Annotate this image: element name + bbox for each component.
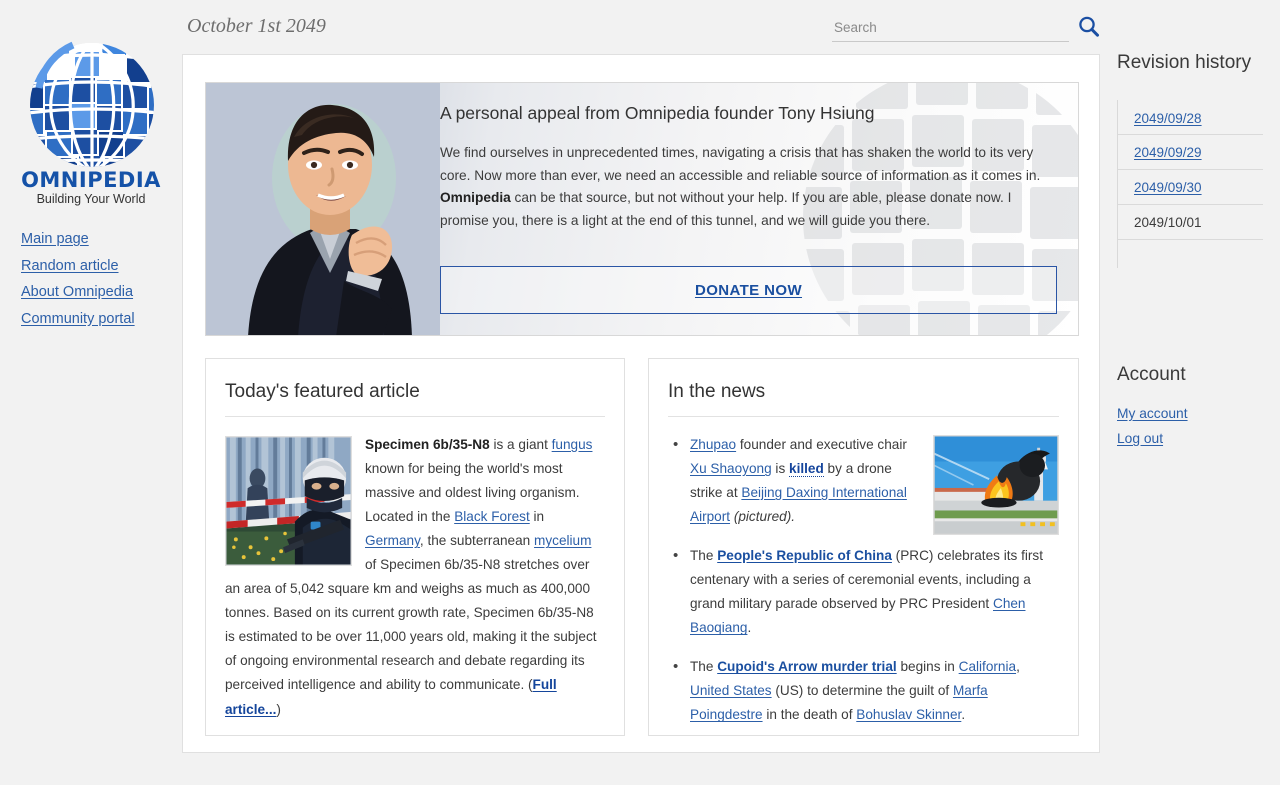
news-1-text-3: is bbox=[771, 461, 790, 477]
in-the-news-body: Zhupao founder and executive chair Xu Sh… bbox=[649, 417, 1078, 728]
featured-text-5: of Specimen 6b/35-N8 stretches over an a… bbox=[225, 557, 597, 693]
sidebar-item-about-omnipedia[interactable]: About Omnipedia bbox=[21, 284, 135, 300]
search-area bbox=[832, 16, 1100, 46]
banner-body: We find ourselves in unprecedented times… bbox=[440, 142, 1052, 233]
sidebar-item-community-portal[interactable]: Community portal bbox=[21, 311, 135, 327]
donate-now-button[interactable]: DONATE NOW bbox=[440, 266, 1057, 314]
revision-entry[interactable]: 2049/09/28 bbox=[1118, 100, 1263, 135]
top-bar: October 1st 2049 bbox=[182, 0, 1100, 54]
in-the-news-title: In the news bbox=[668, 381, 766, 402]
news-item-1: Zhupao founder and executive chair Xu Sh… bbox=[673, 432, 1059, 529]
revision-entry[interactable]: 2049/09/29 bbox=[1118, 135, 1263, 170]
in-the-news-card: In the news • Zhupao founder and executi… bbox=[648, 358, 1079, 736]
banner-body-part-2: can be that source, but not without your… bbox=[440, 190, 1012, 229]
revision-link-2[interactable]: 2049/09/30 bbox=[1134, 180, 1202, 195]
link-mycelium[interactable]: mycelium bbox=[534, 533, 591, 548]
link-united-states[interactable]: United States bbox=[690, 683, 772, 698]
news-1-pictured-note: (pictured). bbox=[730, 509, 796, 525]
brand-name: OMNIPEDIA bbox=[21, 168, 161, 192]
main-content-panel: A personal appeal from Omnipedia founder… bbox=[182, 54, 1100, 753]
revision-history-list: 2049/09/28 2049/09/29 2049/09/30 2049/10… bbox=[1117, 100, 1263, 268]
news-3-text-5: in the death of bbox=[762, 707, 857, 723]
revision-entry-current: 2049/10/01 bbox=[1118, 205, 1263, 240]
revision-link-1[interactable]: 2049/09/29 bbox=[1134, 145, 1202, 160]
link-cupoids-arrow-murder-trial[interactable]: Cupoid's Arrow murder trial bbox=[717, 659, 896, 674]
featured-article-thumbnail bbox=[225, 436, 352, 566]
revision-history-title: Revision history bbox=[1117, 52, 1252, 73]
my-account-link[interactable]: My account bbox=[1117, 406, 1188, 421]
banner-title: A personal appeal from Omnipedia founder… bbox=[440, 103, 875, 123]
revision-list-tail bbox=[1118, 240, 1263, 268]
sidebar-nav: Main page Random article About Omnipedia… bbox=[21, 231, 135, 337]
featured-article-title: Today's featured article bbox=[225, 381, 420, 402]
news-3-text-4: (US) to determine the guilt of bbox=[771, 683, 953, 699]
news-3-text-1: The bbox=[690, 659, 718, 675]
featured-text-1: is a giant bbox=[489, 437, 552, 452]
search-icon bbox=[1079, 16, 1099, 37]
news-2-text-1: The bbox=[690, 548, 718, 564]
news-1-killed-emphasis: killed bbox=[789, 461, 824, 478]
donate-now-link[interactable]: DONATE NOW bbox=[695, 282, 802, 299]
globe-icon bbox=[30, 41, 154, 167]
left-sidebar: OMNIPEDIA Building Your World Main page … bbox=[0, 0, 182, 785]
sidebar-item-random-article[interactable]: Random article bbox=[21, 258, 135, 274]
link-peoples-republic-of-china[interactable]: People's Republic of China bbox=[717, 548, 892, 563]
account-title: Account bbox=[1117, 364, 1186, 385]
right-sidebar: Revision history 2049/09/28 2049/09/29 2… bbox=[1100, 0, 1280, 785]
featured-text-4: , the subterranean bbox=[419, 533, 535, 549]
content-cards: Today's featured article Specimen 6b/35-… bbox=[205, 358, 1079, 736]
revision-link-0[interactable]: 2049/09/28 bbox=[1134, 111, 1202, 126]
banner-brand-mention: Omnipedia bbox=[440, 190, 511, 206]
log-out-link[interactable]: Log out bbox=[1117, 431, 1188, 446]
founder-portrait-image bbox=[206, 83, 440, 335]
news-3-text-2: begins in bbox=[896, 659, 959, 675]
featured-text-3: in bbox=[529, 509, 545, 525]
news-item-3: The Cupoid's Arrow murder trial begins i… bbox=[673, 654, 1059, 727]
brand-tagline: Building Your World bbox=[36, 192, 146, 206]
featured-text-6: ) bbox=[276, 701, 281, 717]
omnipedia-logo bbox=[17, 32, 167, 172]
news-item-2: The People's Republic of China (PRC) cel… bbox=[673, 543, 1059, 640]
news-3-text-3: , bbox=[1016, 659, 1020, 675]
link-black-forest[interactable]: Black Forest bbox=[454, 509, 530, 524]
search-button[interactable] bbox=[1076, 14, 1102, 40]
donation-appeal-banner: A personal appeal from Omnipedia founder… bbox=[205, 82, 1079, 336]
featured-lead-term: Specimen 6b/35-N8 bbox=[365, 437, 490, 452]
revision-entry[interactable]: 2049/09/30 bbox=[1118, 170, 1263, 205]
news-2-text-3: . bbox=[747, 620, 752, 636]
news-3-text-6: . bbox=[961, 707, 966, 723]
account-links: My account Log out bbox=[1117, 406, 1188, 456]
link-germany[interactable]: Germany bbox=[365, 533, 420, 548]
banner-body-part-1: We find ourselves in unprecedented times… bbox=[440, 145, 1041, 183]
sidebar-item-main-page[interactable]: Main page bbox=[21, 231, 135, 247]
link-xu-shaoyong[interactable]: Xu Shaoyong bbox=[690, 461, 772, 476]
link-zhupao[interactable]: Zhupao bbox=[690, 437, 736, 452]
banner-text-block: A personal appeal from Omnipedia founder… bbox=[440, 83, 1078, 335]
link-california[interactable]: California bbox=[959, 659, 1016, 674]
featured-article-card: Today's featured article Specimen 6b/35-… bbox=[205, 358, 625, 736]
news-1-text-2: founder and executive chair bbox=[736, 437, 907, 452]
news-list: Zhupao founder and executive chair Xu Sh… bbox=[668, 432, 1059, 728]
page-date: October 1st 2049 bbox=[187, 15, 326, 37]
link-bohuslav-skinner[interactable]: Bohuslav Skinner bbox=[856, 707, 961, 722]
featured-article-body: Specimen 6b/35-N8 is a giant fungus know… bbox=[206, 417, 624, 722]
search-input[interactable] bbox=[832, 18, 1069, 42]
link-fungus[interactable]: fungus bbox=[552, 437, 593, 452]
